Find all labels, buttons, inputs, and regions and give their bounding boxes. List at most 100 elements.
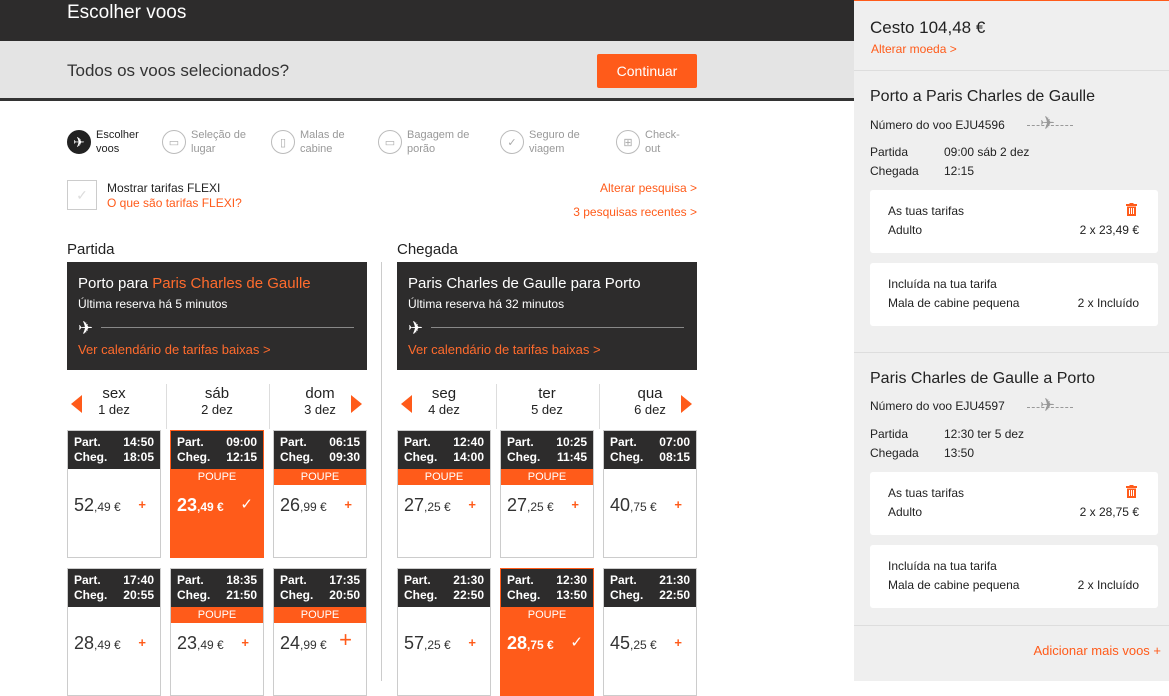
step-cabin-bags[interactable]: ▯ Malas de cabine <box>271 128 370 156</box>
change-currency-link[interactable]: Alterar moeda > <box>871 42 957 56</box>
flight-card[interactable]: Part. Cheg. 12:40 14:00 POUPE 27,25 € + <box>397 430 491 558</box>
price-integer: 23 <box>177 633 198 653</box>
flight-times: Part. Cheg. 17:40 20:55 <box>68 569 160 607</box>
price-integer: 24 <box>280 633 301 653</box>
fare-price: 23,49 € <box>177 633 224 654</box>
add-plus-icon[interactable]: + <box>674 497 682 512</box>
flexi-checkbox[interactable]: ✓ <box>67 180 97 210</box>
day-of-week: sex <box>102 385 126 402</box>
departure-time: 21:30 <box>659 573 690 587</box>
departure-value: 09:00 sáb 2 dez <box>944 145 1030 159</box>
price-decimal: ,49 € <box>197 638 224 652</box>
arrival-time: 20:55 <box>123 588 154 602</box>
departure-row: Partida 12:30 ter 5 dez <box>870 427 1024 441</box>
flight-card[interactable]: Part. Cheg. 10:25 11:45 POUPE 27,25 € + <box>500 430 594 558</box>
price-integer: 23 <box>177 495 198 515</box>
step-travel-insurance[interactable]: ✓ Seguro de viagem <box>500 128 599 156</box>
inbound-route: Paris Charles de Gaulle para Porto <box>408 275 641 292</box>
trash-icon[interactable] <box>1126 485 1137 498</box>
flexi-info-link[interactable]: O que são tarifas FLEXI? <box>107 196 242 210</box>
add-plus-icon[interactable]: + <box>468 497 476 512</box>
day-header[interactable]: seg 4 dez <box>397 386 491 418</box>
departure-time: 17:35 <box>329 573 360 587</box>
fare-price: 52,49 € <box>74 495 121 516</box>
price-decimal: ,25 € <box>424 638 451 652</box>
departure-time: 06:15 <box>329 435 360 449</box>
flight-card[interactable]: Part. Cheg. 09:00 12:15 POUPE 23,49 € ✓ <box>170 430 264 558</box>
price-decimal: ,99 € <box>300 638 327 652</box>
flight-card[interactable]: Part. Cheg. 21:30 22:50 57,25 € + <box>397 568 491 696</box>
included-value: 2 x Incluído <box>1077 578 1139 592</box>
day-header[interactable]: ter 5 dez <box>500 386 594 418</box>
included-item: Mala de cabine pequena <box>888 296 1020 310</box>
departure-label: Partida <box>870 145 909 159</box>
flight-number: Número do voo EJU4597 <box>870 399 1005 413</box>
flight-card[interactable]: Part. Cheg. 06:15 09:30 POUPE 26,99 € + <box>273 430 367 558</box>
price-integer: 26 <box>280 495 301 515</box>
day-header[interactable]: sáb 2 dez <box>170 386 264 418</box>
save-badge: POUPE <box>171 607 263 623</box>
arrival-value: 13:50 <box>944 446 975 460</box>
flexi-label: Mostrar tarifas FLEXI <box>107 181 221 195</box>
save-badge: POUPE <box>398 469 490 485</box>
selection-question: Todos os voos selecionados? <box>67 61 290 80</box>
fare-price: 40,75 € <box>610 495 657 516</box>
trash-icon[interactable] <box>1126 203 1137 216</box>
price-decimal: ,99 € <box>300 500 327 514</box>
step-hold-luggage[interactable]: ▭ Bagagem de porão <box>378 128 477 156</box>
day-header[interactable]: sex 1 dez <box>67 386 161 418</box>
included-value: 2 x Incluído <box>1077 296 1139 310</box>
inbound-route-panel: Paris Charles de Gaulle para Porto Últim… <box>397 262 697 370</box>
low-fare-calendar-link[interactable]: Ver calendário de tarifas baixas > <box>78 342 271 357</box>
flight-card[interactable]: Part. Cheg. 12:30 13:50 POUPE 28,75 € ✓ <box>500 568 594 696</box>
add-plus-icon[interactable]: + <box>674 635 682 650</box>
departure-time: 12:40 <box>453 435 484 449</box>
step-label: Bagagem de <box>407 129 470 141</box>
step-checkout[interactable]: ⊞ Check-out <box>616 128 715 156</box>
add-more-flights-link[interactable]: Adicionar mais voos + <box>1033 643 1161 658</box>
flight-card[interactable]: Part. Cheg. 21:30 22:50 45,25 € + <box>603 568 697 696</box>
add-plus-icon[interactable]: + <box>241 635 249 650</box>
low-fare-calendar-link[interactable]: Ver calendário de tarifas baixas > <box>408 342 601 357</box>
save-badge: POUPE <box>274 469 366 485</box>
change-search-link[interactable]: Alterar pesquisa > <box>600 181 697 195</box>
add-plus-icon[interactable]: + <box>344 497 352 512</box>
flight-card[interactable]: Part. Cheg. 14:50 18:05 52,49 € + <box>67 430 161 558</box>
fare-price: 28,75 € <box>507 633 554 654</box>
add-plus-icon[interactable]: + <box>571 497 579 512</box>
flight-card[interactable]: Part. Cheg. 17:40 20:55 28,49 € + <box>67 568 161 696</box>
continue-button[interactable]: Continuar <box>597 54 697 88</box>
step-seat-selection[interactable]: ▭ Seleção de lugar <box>162 128 261 156</box>
flight-card[interactable]: Part. Cheg. 17:35 20:50 POUPE 24,99 € + <box>273 568 367 696</box>
fare-price: 24,99 € <box>280 633 327 654</box>
route-origin: Porto para <box>78 275 153 292</box>
fares-box: As tuas tarifas Adulto 2 x 23,49 € <box>870 190 1158 253</box>
basket-total: Cesto 104,48 € <box>870 18 986 37</box>
departure-value: 12:30 ter 5 dez <box>944 427 1025 441</box>
main-panel: Escolher voos Todos os voos selecionados… <box>0 0 854 696</box>
included-title: Incluída na tua tarifa <box>888 277 997 291</box>
arrival-value: 12:15 <box>944 164 975 178</box>
price-integer: 27 <box>404 495 425 515</box>
add-plus-icon[interactable]: + <box>468 635 476 650</box>
flight-times: Part. Cheg. 21:30 22:50 <box>604 569 696 607</box>
fares-title: As tuas tarifas <box>888 486 965 500</box>
price-decimal: ,75 € <box>630 500 657 514</box>
day-of-week: sáb <box>204 385 230 402</box>
step-choose-flights[interactable]: ✈ Escolher voos <box>67 128 166 156</box>
add-plus-icon[interactable]: + <box>339 627 352 653</box>
last-booking-text: Última reserva há 32 minutos <box>408 297 565 311</box>
price-integer: 27 <box>507 495 528 515</box>
flight-times: Part. Cheg. 12:40 14:00 <box>398 431 490 469</box>
recent-searches-link[interactable]: 3 pesquisas recentes > <box>573 205 697 219</box>
flight-card[interactable]: Part. Cheg. 07:00 08:15 40,75 € + <box>603 430 697 558</box>
save-badge: POUPE <box>501 469 593 485</box>
add-plus-icon[interactable]: + <box>138 635 146 650</box>
day-header[interactable]: qua 6 dez <box>603 386 697 418</box>
divider <box>854 70 1169 71</box>
add-plus-icon[interactable]: + <box>138 497 146 512</box>
fare-type: Adulto <box>888 223 923 237</box>
arrival-time: 21:50 <box>226 588 257 602</box>
day-header[interactable]: dom 3 dez <box>273 386 367 418</box>
flight-card[interactable]: Part. Cheg. 18:35 21:50 POUPE 23,49 € + <box>170 568 264 696</box>
